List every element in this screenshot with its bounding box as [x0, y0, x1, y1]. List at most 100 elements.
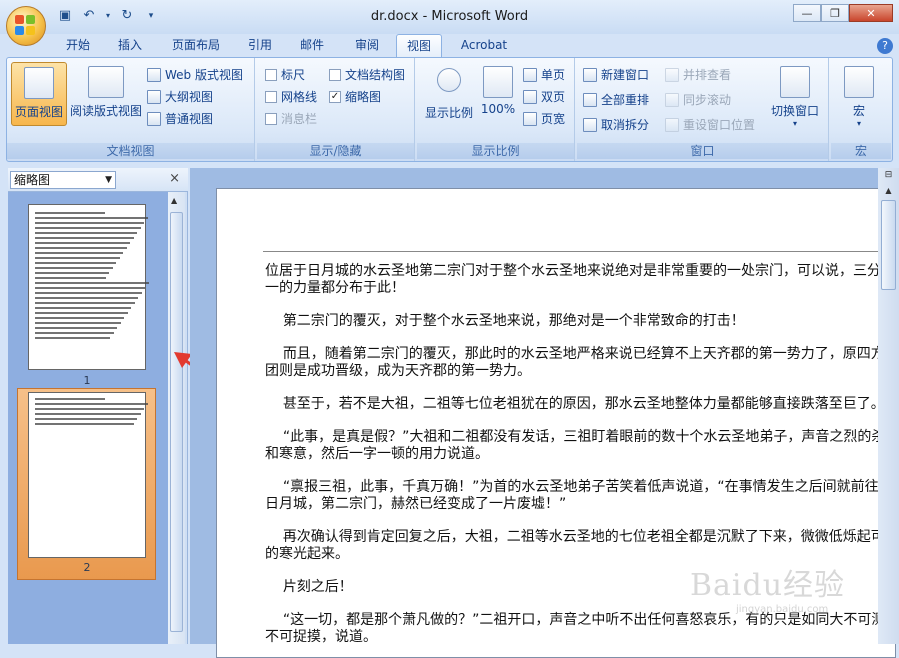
- full-reading-button[interactable]: 阅读版式视图: [69, 66, 143, 119]
- message-bar-checkbox[interactable]: 消息栏: [265, 110, 317, 127]
- document-paragraph[interactable]: 甚至于，若不是大祖，二祖等七位老祖犹在的原因，那水云圣地整体力量都能够直接跌落至…: [265, 396, 895, 413]
- new-window-label: 新建窗口: [601, 68, 650, 82]
- document-scrollbar[interactable]: ⊟ ▲: [878, 168, 899, 644]
- thumbnail-text-line: [35, 242, 131, 244]
- arrange-all-button[interactable]: 全部重排: [583, 91, 649, 108]
- ribbon: 页面视图 阅读版式视图 Web 版式视图 大纲视图 普通视图 文档视图 标尺 网…: [6, 57, 893, 162]
- thumbnail-text-line: [35, 262, 117, 264]
- gridlines-checkbox[interactable]: 网格线: [265, 88, 317, 105]
- web-layout-button[interactable]: Web 版式视图: [147, 66, 243, 83]
- tab-home[interactable]: 开始: [58, 34, 98, 58]
- document-paragraph[interactable]: “此事，是真是假？”大祖和二祖都没有发话，三祖盯着眼前的数十个水云圣地弟子，声音…: [265, 429, 895, 463]
- thumbnail-text-line: [35, 317, 125, 319]
- group-window: 新建窗口 全部重排 取消拆分 并排查看 同步滚动 重设窗口位置 切换窗口 ▾ 窗…: [577, 58, 829, 161]
- tab-view[interactable]: 视图: [396, 34, 442, 58]
- document-paragraph[interactable]: 片刻之后！: [265, 579, 895, 596]
- chevron-down-icon: ▼: [105, 175, 112, 185]
- two-pages-button[interactable]: 双页: [523, 88, 565, 105]
- thumbnail-text-line: [35, 418, 138, 420]
- ruler-label: 标尺: [281, 68, 306, 82]
- arrange-all-label: 全部重排: [601, 93, 650, 107]
- page-thumbnail-2[interactable]: [28, 392, 148, 558]
- page-width-icon: [523, 111, 537, 126]
- doc-map-label: 文档结构图: [345, 68, 406, 82]
- thumbnails-checkbox[interactable]: ✓ 缩略图: [329, 88, 381, 105]
- group-label: 显示比例: [417, 143, 574, 159]
- office-logo-icon: [15, 15, 37, 37]
- tab-insert[interactable]: 插入: [110, 34, 150, 58]
- pane-scrollbar[interactable]: ▲: [168, 192, 185, 644]
- macros-button[interactable]: 宏 ▾: [839, 66, 879, 128]
- document-paragraph[interactable]: 而且，随着第二宗门的覆灭，那此时的水云圣地严格来说已经算不上天齐郡的第一势力了，…: [265, 346, 895, 380]
- two-pages-label: 双页: [541, 90, 566, 104]
- document-page[interactable]: 位居于日月城的水云圣地第二宗门对于整个水云圣地来说绝对是非常重要的一处宗门，可以…: [216, 188, 896, 658]
- help-icon[interactable]: ?: [877, 38, 893, 54]
- group-document-views: 页面视图 阅读版式视图 Web 版式视图 大纲视图 普通视图 文档视图: [7, 58, 255, 161]
- print-layout-label: 页面视图: [14, 105, 63, 119]
- thumbnail-text-line: [35, 403, 148, 405]
- document-paragraph[interactable]: 第二宗门的覆灭，对于整个水云圣地来说，那绝对是一个非常致命的打击！: [265, 313, 895, 330]
- outline-button[interactable]: 大纲视图: [147, 88, 213, 105]
- thumbnail-text-line: [35, 232, 138, 234]
- side-by-side-label: 并排查看: [683, 68, 732, 82]
- checkbox-icon: [329, 68, 341, 81]
- full-reading-label: 阅读版式视图: [69, 104, 142, 118]
- document-scrollbar-thumb[interactable]: [881, 200, 896, 290]
- remove-split-label: 取消拆分: [601, 118, 650, 132]
- document-paragraph[interactable]: 再次确认得到肯定回复之后，大祖，二祖等水云圣地的七位老祖全都是沉默了下来，微微低…: [265, 529, 895, 563]
- page-width-button[interactable]: 页宽: [523, 110, 565, 127]
- group-show-hide: 标尺 网格线 消息栏 文档结构图 ✓ 缩略图 显示/隐藏: [257, 58, 415, 161]
- ruler-toggle-icon[interactable]: ⊟: [881, 170, 896, 184]
- tab-references[interactable]: 引用: [240, 34, 280, 58]
- reset-window-button[interactable]: 重设窗口位置: [665, 116, 755, 133]
- tab-mailings[interactable]: 邮件: [292, 34, 332, 58]
- page-thumbnail-1[interactable]: [28, 204, 149, 370]
- new-window-button[interactable]: 新建窗口: [583, 66, 649, 83]
- side-by-side-button[interactable]: 并排查看: [665, 66, 731, 83]
- pane-mode-select[interactable]: 缩略图 ▼: [10, 171, 116, 189]
- pane-scrollbar-thumb[interactable]: [170, 212, 183, 632]
- one-page-button[interactable]: 单页: [523, 66, 565, 83]
- sync-scroll-label: 同步滚动: [683, 93, 732, 107]
- thumbnail-text-line: [35, 423, 134, 425]
- sync-scroll-button[interactable]: 同步滚动: [665, 91, 731, 108]
- doc-map-checkbox[interactable]: 文档结构图: [329, 66, 405, 83]
- restore-button[interactable]: ❐: [821, 4, 849, 22]
- document-paragraph[interactable]: 位居于日月城的水云圣地第二宗门对于整个水云圣地来说绝对是非常重要的一处宗门，可以…: [265, 263, 895, 297]
- zoom-100-button[interactable]: 100%: [477, 66, 519, 116]
- arrange-all-icon: [583, 92, 597, 107]
- print-layout-icon: [24, 67, 54, 99]
- remove-split-button[interactable]: 取消拆分: [583, 116, 649, 133]
- minimize-button[interactable]: —: [793, 4, 821, 22]
- office-button[interactable]: [6, 6, 46, 46]
- tab-acrobat[interactable]: Acrobat: [452, 34, 516, 58]
- close-icon[interactable]: ×: [169, 171, 180, 186]
- draft-button[interactable]: 普通视图: [147, 110, 213, 127]
- zoom-button[interactable]: 显示比例: [423, 64, 475, 121]
- print-layout-button[interactable]: 页面视图: [11, 62, 67, 126]
- scroll-up-icon[interactable]: ▲: [171, 196, 177, 205]
- scroll-up-icon[interactable]: ▲: [881, 186, 896, 198]
- thumbnail-text-line: [35, 272, 110, 274]
- two-pages-icon: [523, 89, 537, 104]
- document-paragraph[interactable]: “禀报三祖，此事，千真万确！”为首的水云圣地弟子苦笑着低声说道，“在事情发生之后…: [265, 479, 895, 513]
- zoom-100-label: 100%: [480, 102, 516, 116]
- tab-review[interactable]: 审阅: [347, 34, 387, 58]
- page-number: 2: [83, 561, 91, 574]
- tab-page-layout[interactable]: 页面布局: [164, 34, 228, 58]
- outline-label: 大纲视图: [165, 90, 214, 104]
- document-paragraph[interactable]: “这一切，都是那个萧凡做的？”二祖开口，声音之中听不出任何喜怒哀乐，有的只是如同…: [265, 612, 895, 646]
- document-text[interactable]: 位居于日月城的水云圣地第二宗门对于整个水云圣地来说绝对是非常重要的一处宗门，可以…: [265, 263, 895, 657]
- close-button[interactable]: ✕: [849, 4, 893, 22]
- reset-window-icon: [665, 117, 679, 132]
- ruler-checkbox[interactable]: 标尺: [265, 66, 305, 83]
- reset-window-label: 重设窗口位置: [683, 118, 756, 132]
- thumbnail-text-line: [35, 302, 135, 304]
- thumbnail-text-line: [35, 222, 145, 224]
- magnifier-icon: [437, 68, 461, 92]
- switch-window-button[interactable]: 切换窗口 ▾: [767, 66, 823, 128]
- outline-icon: [147, 89, 161, 104]
- remove-split-icon: [583, 117, 597, 132]
- thumbnail-text-line: [35, 408, 145, 410]
- message-bar-label: 消息栏: [281, 112, 318, 126]
